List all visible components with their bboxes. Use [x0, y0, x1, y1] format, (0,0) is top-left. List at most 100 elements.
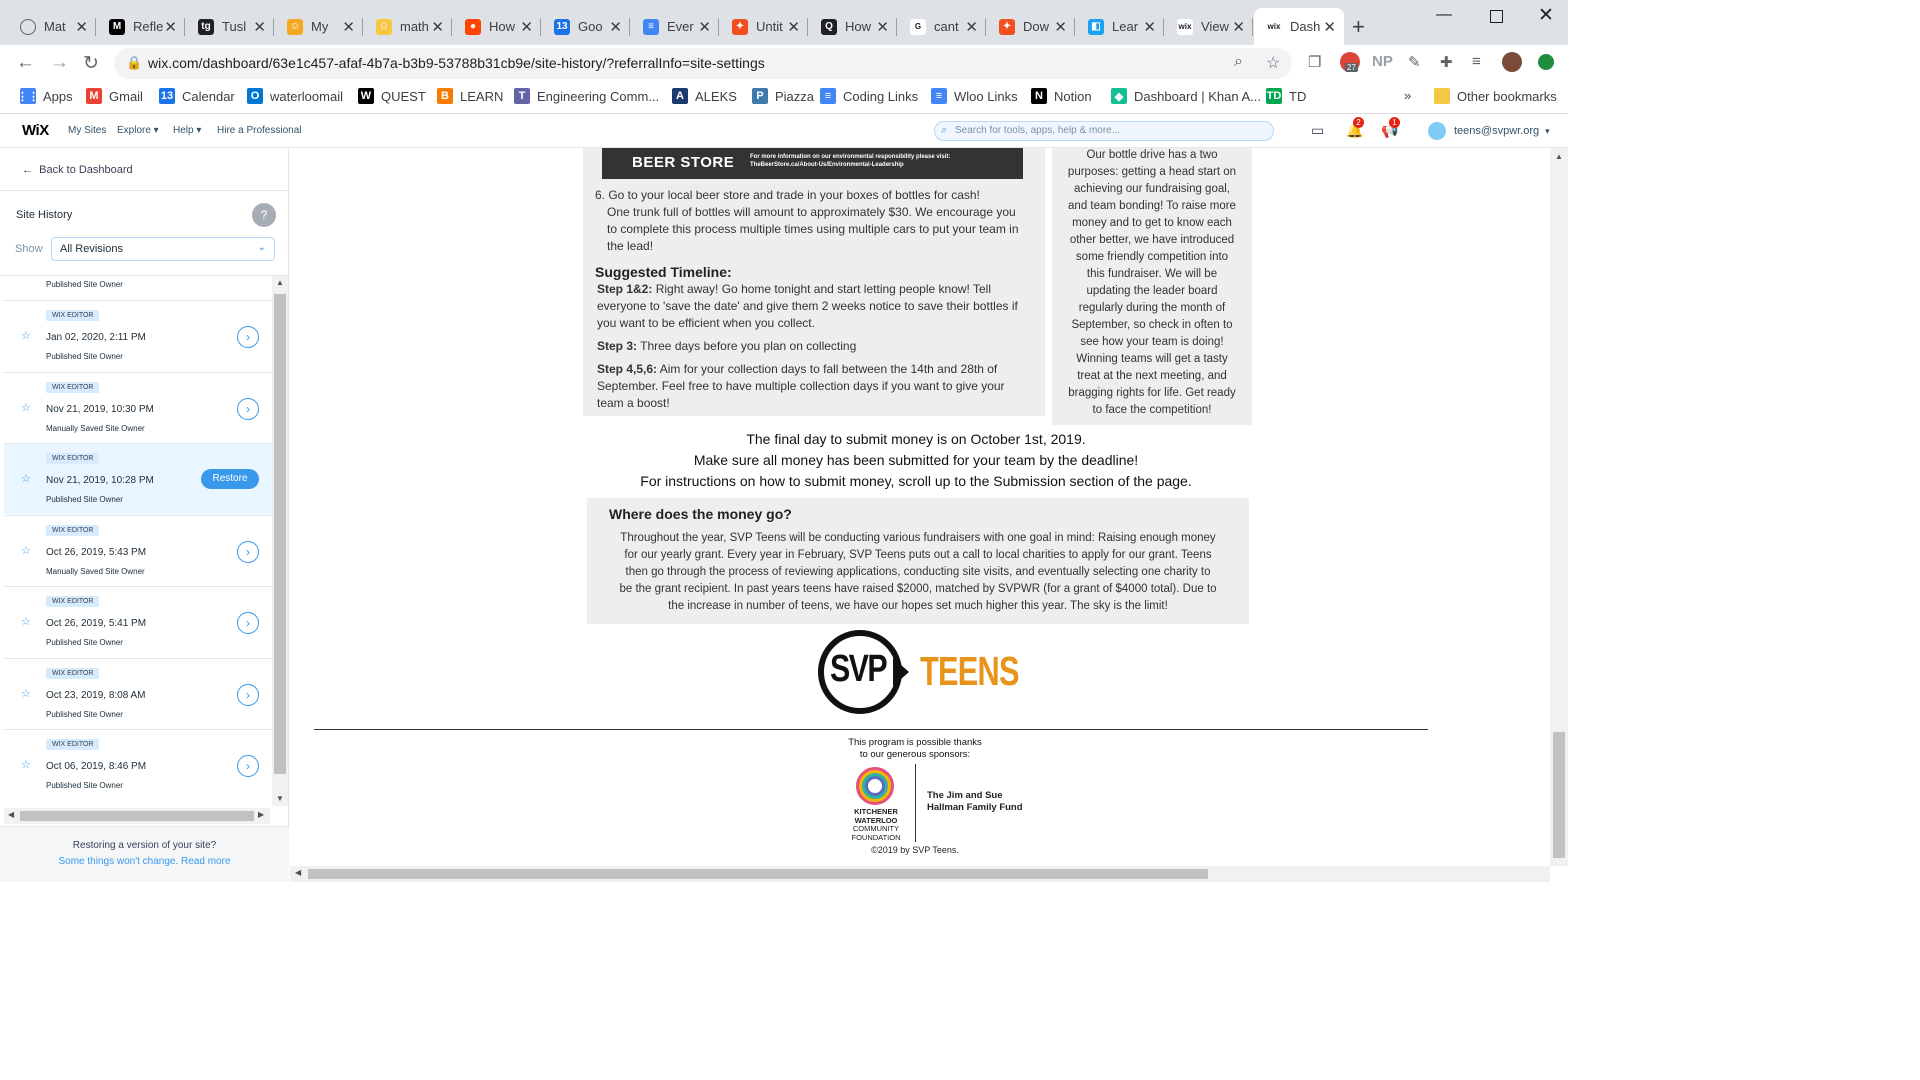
bookmark-star-icon[interactable]: ☆ [1266, 53, 1280, 73]
extension-np-icon[interactable]: NP [1372, 53, 1393, 70]
forward-arrow-icon[interactable]: → [50, 52, 69, 74]
bookmark-item[interactable]: ⋮⋮ Apps [17, 88, 73, 104]
scroll-right-arrow-icon[interactable]: ▶ [258, 810, 264, 819]
revision-item[interactable]: WIX EDITOR ☆ Oct 26, 2019, 5:41 PM Publishe… [4, 586, 272, 657]
browser-tab[interactable]: wix View ✕ [1165, 8, 1253, 45]
nav-hire-professional[interactable]: Hire a Professional [217, 125, 301, 136]
pen-extension-icon[interactable]: ✎ [1408, 53, 1421, 71]
reading-list-icon[interactable]: ≡ [1472, 53, 1481, 70]
bookmark-item[interactable]: ≡ Coding Links [820, 88, 918, 104]
preview-hscrollbar[interactable]: ◀ [290, 866, 1550, 882]
zoom-icon[interactable]: ⌕ [1234, 53, 1243, 71]
close-tab-icon[interactable]: ✕ [1054, 18, 1067, 36]
hscrollbar-thumb[interactable] [20, 811, 254, 821]
bookmark-item[interactable]: P Piazza [752, 88, 814, 104]
wix-search-input[interactable]: ⌕ Search for tools, apps, help & more... [934, 121, 1274, 141]
star-icon[interactable]: ☆ [21, 687, 31, 700]
browser-tab[interactable]: tg Tusl ✕ [186, 8, 274, 45]
browser-tab[interactable]: wix Dash ✕ [1254, 8, 1344, 45]
bookmark-item[interactable]: ≡ Wloo Links [931, 88, 1018, 104]
scrollbar-thumb[interactable] [274, 294, 286, 774]
browser-tab[interactable]: Q How ✕ [809, 8, 897, 45]
browser-tab[interactable]: Mat ✕ [8, 8, 96, 45]
close-tab-icon[interactable]: ✕ [1143, 18, 1156, 36]
star-icon[interactable]: ☆ [21, 472, 31, 485]
browser-tab[interactable]: ● How ✕ [453, 8, 541, 45]
star-icon[interactable]: ☆ [21, 401, 31, 414]
back-to-dashboard-link[interactable]: ← Back to Dashboard [22, 164, 133, 176]
scroll-left-arrow-icon[interactable]: ◀ [295, 868, 301, 877]
preview-hscrollbar-thumb[interactable] [308, 869, 1208, 879]
revision-item[interactable]: WIX EDITOR ☆ Nov 21, 2019, 10:28 PM Publish… [4, 443, 272, 514]
close-tab-icon[interactable]: ✕ [75, 18, 88, 36]
close-tab-icon[interactable]: ✕ [520, 18, 533, 36]
close-tab-icon[interactable]: ✕ [609, 18, 622, 36]
revision-filter-select[interactable]: All Revisions ⌄ [51, 237, 275, 261]
revision-item[interactable]: WIX EDITOR ☆ Nov 21, 2019, 10:30 PM Manuall… [4, 371, 272, 443]
bookmarks-overflow-icon[interactable]: » [1404, 88, 1411, 103]
close-tab-icon[interactable]: ✕ [342, 18, 355, 36]
browser-tab[interactable]: ≡ Ever ✕ [631, 8, 719, 45]
close-tab-icon[interactable]: ✕ [787, 18, 800, 36]
preview-scrollbar[interactable]: ▲ [1550, 148, 1568, 866]
star-icon[interactable]: ☆ [21, 615, 31, 628]
scroll-up-arrow-icon[interactable]: ▲ [276, 278, 284, 287]
revision-item[interactable]: WIX EDITOR ☆ Oct 06, 2019, 8:46 PM Publishe… [4, 729, 272, 800]
user-menu[interactable]: teens@svpwr.org ▾ [1428, 122, 1550, 140]
new-tab-button[interactable]: + [1352, 14, 1365, 40]
revision-item[interactable]: WIX EDITOR ☆ Jan 02, 2020, 2:11 PM Publishe… [4, 300, 272, 371]
bookmark-item[interactable]: M Gmail [86, 88, 143, 104]
chevron-right-icon[interactable]: › [237, 540, 259, 563]
bookmark-item[interactable]: Owaterloomail [247, 88, 343, 104]
preview-scrollbar-thumb[interactable] [1553, 732, 1565, 858]
browser-tab[interactable]: ☺ My ✕ [275, 8, 363, 45]
revision-list-hscrollbar[interactable]: ◀ ▶ [4, 808, 270, 824]
back-arrow-icon[interactable]: ← [16, 52, 35, 74]
help-button[interactable]: ? [252, 203, 276, 227]
revision-list-scrollbar[interactable]: ▲ ▼ [272, 276, 288, 806]
revision-item[interactable]: WIX EDITOR ☆ Oct 23, 2019, 8:08 AM Publishe… [4, 657, 272, 729]
nav-my-sites[interactable]: My Sites [68, 125, 106, 136]
scroll-down-arrow-icon[interactable]: ▼ [276, 794, 284, 803]
other-bookmarks[interactable]: Other bookmarks [1434, 88, 1557, 104]
close-tab-icon[interactable]: ✕ [1232, 18, 1245, 36]
bookmark-item[interactable]: B LEARN [437, 88, 503, 104]
minimize-icon[interactable]: — [1436, 6, 1452, 24]
update-icon[interactable] [1538, 54, 1554, 70]
bookmark-item[interactable]: N Notion [1031, 88, 1092, 104]
address-bar[interactable]: 🔒 wix.com/dashboard/63e1c457-afaf-4b7a-b… [114, 48, 1292, 79]
profile-avatar[interactable] [1502, 52, 1522, 72]
close-tab-icon[interactable]: ✕ [965, 18, 978, 36]
read-more-link[interactable]: Some things won't change. Read more [0, 856, 289, 867]
wix-logo[interactable]: WiX [22, 122, 49, 139]
close-tab-icon[interactable]: ✕ [1323, 18, 1336, 36]
maximize-icon[interactable] [1490, 10, 1503, 23]
close-tab-icon[interactable]: ✕ [164, 18, 177, 36]
chevron-right-icon[interactable]: › [237, 326, 259, 348]
nav-explore[interactable]: Explore ▾ [117, 125, 159, 136]
star-icon[interactable]: ☆ [21, 329, 31, 342]
chevron-right-icon[interactable]: › [237, 755, 259, 777]
scroll-up-arrow-icon[interactable]: ▲ [1555, 152, 1563, 161]
chevron-right-icon[interactable]: › [237, 683, 259, 706]
bookmark-item[interactable]: 13 Calendar [159, 88, 235, 104]
close-tab-icon[interactable]: ✕ [876, 18, 889, 36]
browser-tab[interactable]: ☺ math ✕ [364, 8, 452, 45]
nav-help[interactable]: Help ▾ [173, 125, 201, 136]
puzzle-extension-icon[interactable]: ✚ [1440, 53, 1453, 71]
browser-tab[interactable]: ◧ Lear ✕ [1076, 8, 1164, 45]
browser-tab[interactable]: M Refle ✕ [97, 8, 185, 45]
reload-icon[interactable]: ↻ [83, 52, 99, 75]
star-icon[interactable]: ☆ [21, 758, 31, 771]
bookmark-item[interactable]: T Engineering Comm... [514, 88, 659, 104]
browser-tab[interactable]: ✦ Dow ✕ [987, 8, 1075, 45]
bookmark-item[interactable]: ◆ Dashboard | Khan A... [1111, 88, 1261, 104]
browser-tab[interactable]: ✦ Untit ✕ [720, 8, 808, 45]
bookmark-item[interactable]: TD TD [1266, 88, 1306, 104]
star-icon[interactable]: ☆ [21, 544, 31, 557]
chevron-right-icon[interactable]: › [237, 612, 259, 634]
chat-icon[interactable]: ▭ [1311, 122, 1324, 139]
browser-tab[interactable]: 13 Goo ✕ [542, 8, 630, 45]
bookmark-item[interactable]: A ALEKS [672, 88, 737, 104]
scroll-left-arrow-icon[interactable]: ◀ [8, 810, 14, 819]
